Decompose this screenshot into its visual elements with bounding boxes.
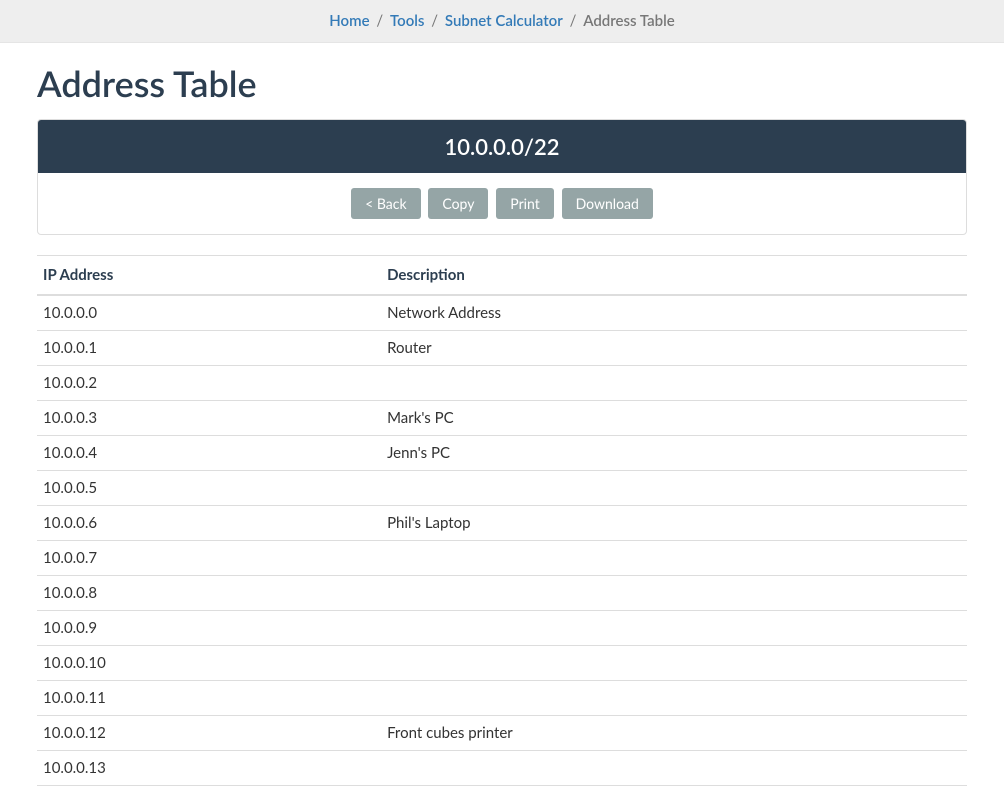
subnet-heading: 10.0.0.0/22 bbox=[38, 120, 966, 173]
panel-body: < Back Copy Print Download bbox=[38, 173, 966, 234]
breadcrumb-subnet-calculator[interactable]: Subnet Calculator bbox=[445, 12, 563, 30]
cell-ip: 10.0.0.12 bbox=[37, 716, 381, 751]
cell-description: Jenn's PC bbox=[381, 436, 967, 471]
breadcrumb-current: Address Table bbox=[583, 12, 675, 30]
print-button[interactable]: Print bbox=[496, 188, 553, 219]
breadcrumb-separator: / bbox=[431, 12, 438, 30]
cell-ip: 10.0.0.8 bbox=[37, 576, 381, 611]
cell-ip: 10.0.0.5 bbox=[37, 471, 381, 506]
cell-description: Phil's Laptop bbox=[381, 506, 967, 541]
address-table: IP Address Description 10.0.0.0Network A… bbox=[37, 255, 967, 786]
table-row: 10.0.0.5 bbox=[37, 471, 967, 506]
cell-ip: 10.0.0.4 bbox=[37, 436, 381, 471]
table-row: 10.0.0.6Phil's Laptop bbox=[37, 506, 967, 541]
page-title: Address Table bbox=[37, 61, 967, 105]
cell-ip: 10.0.0.2 bbox=[37, 366, 381, 401]
breadcrumb-separator: / bbox=[376, 12, 383, 30]
cell-description bbox=[381, 576, 967, 611]
cell-description: Router bbox=[381, 331, 967, 366]
table-row: 10.0.0.10 bbox=[37, 646, 967, 681]
download-button[interactable]: Download bbox=[562, 188, 653, 219]
table-row: 10.0.0.3Mark's PC bbox=[37, 401, 967, 436]
table-row: 10.0.0.12Front cubes printer bbox=[37, 716, 967, 751]
header-ip-address: IP Address bbox=[37, 256, 381, 296]
cell-description bbox=[381, 471, 967, 506]
breadcrumb-home[interactable]: Home bbox=[329, 12, 369, 30]
cell-ip: 10.0.0.1 bbox=[37, 331, 381, 366]
table-row: 10.0.0.13 bbox=[37, 751, 967, 786]
cell-description: Front cubes printer bbox=[381, 716, 967, 751]
cell-description: Mark's PC bbox=[381, 401, 967, 436]
cell-description bbox=[381, 646, 967, 681]
table-row: 10.0.0.7 bbox=[37, 541, 967, 576]
header-description: Description bbox=[381, 256, 967, 296]
breadcrumb-tools[interactable]: Tools bbox=[390, 12, 424, 30]
table-row: 10.0.0.2 bbox=[37, 366, 967, 401]
cell-ip: 10.0.0.3 bbox=[37, 401, 381, 436]
cell-description bbox=[381, 751, 967, 786]
cell-ip: 10.0.0.9 bbox=[37, 611, 381, 646]
copy-button[interactable]: Copy bbox=[428, 188, 488, 219]
cell-ip: 10.0.0.13 bbox=[37, 751, 381, 786]
table-row: 10.0.0.9 bbox=[37, 611, 967, 646]
cell-description bbox=[381, 366, 967, 401]
table-row: 10.0.0.8 bbox=[37, 576, 967, 611]
cell-ip: 10.0.0.10 bbox=[37, 646, 381, 681]
subnet-panel: 10.0.0.0/22 < Back Copy Print Download bbox=[37, 119, 967, 235]
table-row: 10.0.0.11 bbox=[37, 681, 967, 716]
cell-description bbox=[381, 681, 967, 716]
cell-ip: 10.0.0.0 bbox=[37, 295, 381, 331]
cell-description bbox=[381, 541, 967, 576]
cell-description: Network Address bbox=[381, 295, 967, 331]
cell-ip: 10.0.0.11 bbox=[37, 681, 381, 716]
cell-ip: 10.0.0.7 bbox=[37, 541, 381, 576]
back-button[interactable]: < Back bbox=[351, 188, 420, 219]
breadcrumb: Home / Tools / Subnet Calculator / Addre… bbox=[0, 0, 1004, 43]
table-row: 10.0.0.4Jenn's PC bbox=[37, 436, 967, 471]
table-row: 10.0.0.1Router bbox=[37, 331, 967, 366]
cell-description bbox=[381, 611, 967, 646]
breadcrumb-separator: / bbox=[570, 12, 577, 30]
cell-ip: 10.0.0.6 bbox=[37, 506, 381, 541]
table-row: 10.0.0.0Network Address bbox=[37, 295, 967, 331]
